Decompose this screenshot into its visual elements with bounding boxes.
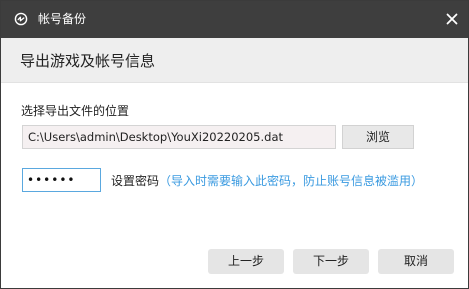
cancel-button[interactable]: 取消	[378, 249, 454, 274]
password-hint: （导入时需要输入此密码，防止账号信息被滥用）	[159, 174, 424, 188]
page-title: 导出游戏及帐号信息	[20, 52, 156, 70]
password-label: 设置密码	[111, 174, 160, 188]
browse-button[interactable]: 浏览	[342, 125, 414, 149]
title-bar[interactable]: 帐号备份	[1, 1, 468, 38]
backup-app-icon	[14, 12, 28, 26]
account-backup-dialog: 帐号备份 导出游戏及帐号信息 选择导出文件的位置 浏览 设置密码 （导入时需要输…	[0, 0, 469, 289]
header-band: 导出游戏及帐号信息	[1, 38, 468, 83]
password-input[interactable]	[22, 168, 101, 192]
window-title: 帐号备份	[38, 12, 87, 26]
export-location-label: 选择导出文件的位置	[21, 104, 130, 118]
close-icon[interactable]	[445, 12, 459, 26]
export-path-input[interactable]	[22, 125, 336, 149]
next-step-button[interactable]: 下一步	[293, 249, 369, 274]
previous-step-button[interactable]: 上一步	[208, 249, 284, 274]
